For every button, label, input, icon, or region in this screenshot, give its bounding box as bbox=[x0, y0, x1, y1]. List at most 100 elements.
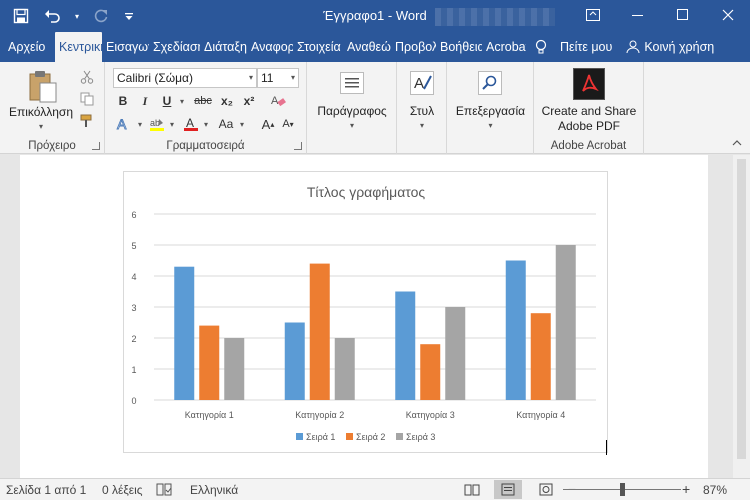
superscript-button[interactable]: x² bbox=[239, 91, 259, 111]
legend-entry: Σειρά 3 bbox=[406, 432, 435, 442]
person-icon bbox=[626, 40, 640, 54]
app-name: Word bbox=[395, 8, 427, 23]
save-button[interactable] bbox=[8, 4, 34, 28]
tab-mailings[interactable]: Στοιχεία bbox=[293, 32, 343, 62]
word-count[interactable]: 0 λέξεις bbox=[102, 483, 143, 497]
strikethrough-button[interactable]: abc bbox=[191, 91, 215, 111]
redo-button[interactable] bbox=[88, 4, 114, 28]
maximize-button[interactable] bbox=[660, 0, 705, 30]
underline-dropdown[interactable]: ▾ bbox=[177, 91, 187, 111]
tell-me-label: Πείτε μου bbox=[560, 40, 613, 54]
create-pdf-label-line2: Adobe PDF bbox=[557, 119, 621, 133]
svg-text:A: A bbox=[117, 116, 127, 132]
paste-button[interactable] bbox=[26, 68, 60, 104]
tab-acrobat[interactable]: Acrobat bbox=[482, 32, 526, 62]
underline-button[interactable]: U bbox=[157, 91, 177, 111]
font-dialog-launcher[interactable] bbox=[294, 142, 302, 150]
tell-me-box[interactable]: Πείτε μου bbox=[534, 32, 612, 62]
undo-button[interactable] bbox=[40, 4, 66, 28]
paste-dropdown-caret[interactable]: ▾ bbox=[6, 118, 76, 134]
bar bbox=[420, 344, 441, 400]
paragraph-button[interactable] bbox=[337, 68, 367, 98]
account-area[interactable] bbox=[435, 8, 555, 26]
status-bar: Σελίδα 1 από 1 0 λέξεις Ελληνικά − + 87% bbox=[0, 478, 750, 500]
proofing-button[interactable] bbox=[156, 483, 172, 499]
tab-design[interactable]: Σχεδίαση bbox=[149, 32, 200, 62]
cut-button[interactable] bbox=[78, 68, 96, 86]
language-indicator[interactable]: Ελληνικά bbox=[190, 483, 238, 497]
tab-review[interactable]: Αναθεώρηση bbox=[343, 32, 391, 62]
font-name-combo[interactable]: Calibri (Σώμα) ▾ bbox=[113, 68, 257, 88]
tab-help[interactable]: Βοήθεια bbox=[436, 32, 482, 62]
text-cursor bbox=[606, 440, 607, 455]
minimize-button[interactable] bbox=[615, 0, 660, 30]
maximize-icon bbox=[676, 9, 688, 20]
tab-view[interactable]: Προβολή bbox=[391, 32, 436, 62]
text-effects-button[interactable]: A bbox=[113, 114, 135, 134]
bar bbox=[284, 322, 305, 400]
tab-insert[interactable]: Εισαγωγή bbox=[102, 32, 149, 62]
legend: Σειρά 1 Σειρά 2 Σειρά 3 bbox=[296, 432, 435, 442]
tab-file[interactable]: Αρχείο bbox=[0, 32, 55, 62]
shrink-font-button[interactable]: A ▾ bbox=[279, 114, 297, 134]
tab-layout[interactable]: Διάταξη bbox=[200, 32, 247, 62]
y-tick-label: 6 bbox=[131, 210, 136, 220]
change-case-dropdown[interactable]: ▾ bbox=[237, 114, 247, 134]
bar bbox=[530, 313, 551, 400]
editing-caret: ▾ bbox=[488, 121, 493, 130]
vertical-scrollbar[interactable] bbox=[733, 155, 750, 478]
undo-dropdown[interactable]: ▾ bbox=[72, 4, 82, 28]
close-icon bbox=[722, 9, 733, 21]
zoom-in-button[interactable]: + bbox=[682, 481, 690, 497]
window-controls bbox=[570, 0, 750, 30]
font-group: Calibri (Σώμα) ▾ 11 ▾ B I U ▾ abc x₂ x² … bbox=[105, 62, 307, 154]
font-size-combo[interactable]: 11 ▾ bbox=[257, 68, 299, 88]
acrobat-group: Create and Share Adobe PDF Adobe Acrobat bbox=[534, 62, 644, 154]
ribbon-display-options-button[interactable] bbox=[570, 0, 615, 30]
change-case-button[interactable]: Aa bbox=[215, 114, 237, 134]
styles-group[interactable]: A Στυλ ▾ bbox=[397, 62, 447, 154]
font-color-button[interactable]: A bbox=[181, 114, 201, 134]
format-painter-button[interactable] bbox=[78, 112, 96, 130]
bar bbox=[334, 338, 355, 400]
highlight-dropdown[interactable]: ▾ bbox=[167, 114, 177, 134]
customize-qat-button[interactable] bbox=[120, 4, 138, 28]
clipboard-dialog-launcher[interactable] bbox=[92, 142, 100, 150]
redo-icon bbox=[94, 9, 108, 23]
editing-group[interactable]: Επεξεργασία ▾ bbox=[447, 62, 534, 154]
collapse-ribbon-button[interactable] bbox=[732, 138, 742, 149]
paragraph-group[interactable]: Παράγραφος ▾ bbox=[307, 62, 397, 154]
font-color-dropdown[interactable]: ▾ bbox=[201, 114, 211, 134]
proofing-icon bbox=[156, 483, 172, 496]
tab-home[interactable]: Κεντρική bbox=[55, 32, 102, 62]
highlighter-icon: ab bbox=[150, 118, 164, 131]
svg-text:A: A bbox=[271, 95, 279, 107]
bold-button[interactable]: B bbox=[113, 91, 133, 111]
create-pdf-button[interactable] bbox=[573, 68, 605, 100]
zoom-slider-thumb[interactable] bbox=[620, 483, 625, 496]
scrollbar-thumb[interactable] bbox=[737, 159, 746, 459]
editing-button[interactable] bbox=[475, 68, 505, 98]
chart[interactable]: Τίτλος γραφήματος 0123456 Κατηγορία 1 Κατ… bbox=[123, 171, 608, 453]
clear-formatting-button[interactable]: A bbox=[267, 91, 289, 111]
chevron-down-icon: ▾ bbox=[290, 73, 295, 82]
caret-down-icon: ▾ bbox=[289, 119, 294, 129]
subscript-button[interactable]: x₂ bbox=[217, 91, 237, 111]
close-button[interactable] bbox=[705, 0, 750, 30]
tab-references[interactable]: Αναφορές bbox=[247, 32, 293, 62]
copy-button[interactable] bbox=[78, 90, 96, 108]
web-layout-button[interactable] bbox=[532, 480, 560, 499]
styles-button[interactable]: A bbox=[407, 68, 437, 98]
highlight-color-button[interactable]: ab bbox=[147, 114, 167, 134]
italic-button[interactable]: I bbox=[135, 91, 155, 111]
print-layout-button[interactable] bbox=[494, 480, 522, 499]
share-label: Κοινή χρήση bbox=[644, 40, 715, 54]
read-mode-button[interactable] bbox=[458, 480, 486, 499]
text-effects-dropdown[interactable]: ▾ bbox=[135, 114, 145, 134]
share-button[interactable]: Κοινή χρήση bbox=[626, 32, 714, 62]
document-name: Έγγραφο1 bbox=[323, 8, 385, 23]
search-icon bbox=[478, 71, 502, 95]
grow-font-button[interactable]: A ▴ bbox=[259, 114, 277, 134]
zoom-level[interactable]: 87% bbox=[703, 483, 727, 497]
page-count[interactable]: Σελίδα 1 από 1 bbox=[6, 483, 86, 497]
